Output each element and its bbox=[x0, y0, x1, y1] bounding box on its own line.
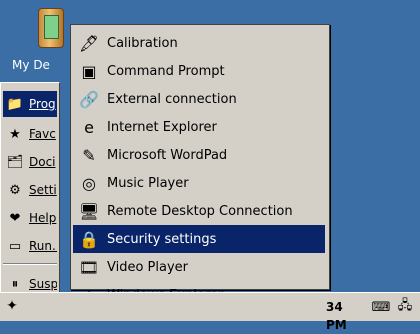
desktop-icon-label: My De bbox=[12, 58, 50, 72]
video-player-icon: 🎞 bbox=[78, 257, 100, 277]
security-lock-icon: 🔒 bbox=[79, 229, 99, 249]
favorites-star-icon: ★ bbox=[9, 126, 21, 142]
programs-icon: 📁 bbox=[6, 96, 24, 112]
menu-item-label: Command Prompt bbox=[107, 63, 225, 79]
menu-item-wordpad[interactable]: ✎ Microsoft WordPad bbox=[73, 141, 325, 169]
menu-item-music-player[interactable]: ◎ Music Player bbox=[73, 169, 325, 197]
programs-submenu: 🖋 Calibration ▣ Command Prompt 🔗 Externa… bbox=[70, 24, 330, 305]
menu-item-label: External connection bbox=[107, 91, 237, 107]
help-icon: ❤ bbox=[9, 210, 21, 226]
menu-item-label: Video Player bbox=[107, 259, 189, 275]
calibration-icon: 🖋 bbox=[78, 33, 100, 53]
tray-network-icon[interactable]: 🖧 bbox=[396, 298, 414, 316]
menu-item-label: Calibration bbox=[107, 35, 178, 51]
start-item-favorites[interactable]: ★ Favc bbox=[3, 121, 57, 147]
tray-keyboard-icon[interactable]: ⌨ bbox=[372, 298, 391, 316]
start-item-label: Run.. bbox=[29, 239, 57, 253]
command-prompt-icon: ▣ bbox=[81, 61, 97, 81]
start-item-label: Prog bbox=[29, 97, 56, 111]
start-item-programs[interactable]: 📁 Prog bbox=[3, 91, 57, 117]
menu-item-label: Remote Desktop Connection bbox=[107, 203, 293, 219]
menu-item-calibration[interactable]: 🖋 Calibration bbox=[73, 29, 325, 57]
menu-item-internet-explorer[interactable]: e Internet Explorer bbox=[73, 113, 325, 141]
start-button[interactable]: ✦ bbox=[2, 296, 22, 316]
suspend-icon: ⏸ bbox=[11, 276, 19, 292]
external-connection-icon: 🔗 bbox=[79, 89, 99, 109]
menu-item-label: Security settings bbox=[107, 231, 217, 247]
documents-icon: 🗂 bbox=[6, 154, 24, 170]
start-item-label: Susp bbox=[29, 277, 57, 291]
settings-icon: ⚙ bbox=[9, 182, 21, 198]
start-item-settings[interactable]: ⚙ Setti bbox=[3, 177, 57, 203]
menu-item-video-player[interactable]: 🎞 Video Player bbox=[73, 253, 325, 281]
start-item-help[interactable]: ❤ Help bbox=[3, 205, 57, 231]
start-item-documents[interactable]: 🗂 Doci bbox=[3, 149, 57, 175]
start-item-label: Favc bbox=[29, 127, 56, 141]
remote-desktop-icon: 🖥 bbox=[78, 201, 100, 221]
menu-item-remote-desktop[interactable]: 🖥 Remote Desktop Connection bbox=[73, 197, 325, 225]
desktop: My De 📁 Prog ★ Favc 🗂 Doci ⚙ Setti ❤ Hel… bbox=[0, 0, 420, 305]
start-item-run[interactable]: ▭ Run.. bbox=[3, 233, 57, 259]
menu-item-label: Internet Explorer bbox=[107, 119, 217, 135]
start-menu: 📁 Prog ★ Favc 🗂 Doci ⚙ Setti ❤ Help ▭ Ru… bbox=[0, 82, 60, 295]
menu-item-external-connection[interactable]: 🔗 External connection bbox=[73, 85, 325, 113]
start-item-label: Setti bbox=[29, 183, 57, 197]
menu-item-label: Microsoft WordPad bbox=[107, 147, 228, 163]
taskbar: ✦ 34 PM ⌨ 🖧 bbox=[0, 292, 420, 332]
start-menu-separator bbox=[3, 263, 57, 265]
device-icon bbox=[38, 8, 64, 48]
music-player-icon: ◎ bbox=[82, 173, 96, 193]
wordpad-icon: ✎ bbox=[82, 145, 96, 165]
start-item-label: Doci bbox=[29, 155, 56, 169]
start-item-label: Help bbox=[29, 211, 57, 225]
taskbar-clock: 34 PM bbox=[326, 300, 347, 332]
windows-flag-icon: ✦ bbox=[6, 298, 18, 314]
menu-item-security-settings[interactable]: 🔒 Security settings bbox=[73, 225, 325, 253]
menu-item-label: Music Player bbox=[107, 175, 189, 191]
run-icon: ▭ bbox=[8, 238, 22, 254]
internet-explorer-icon: e bbox=[84, 117, 94, 137]
menu-item-command-prompt[interactable]: ▣ Command Prompt bbox=[73, 57, 325, 85]
